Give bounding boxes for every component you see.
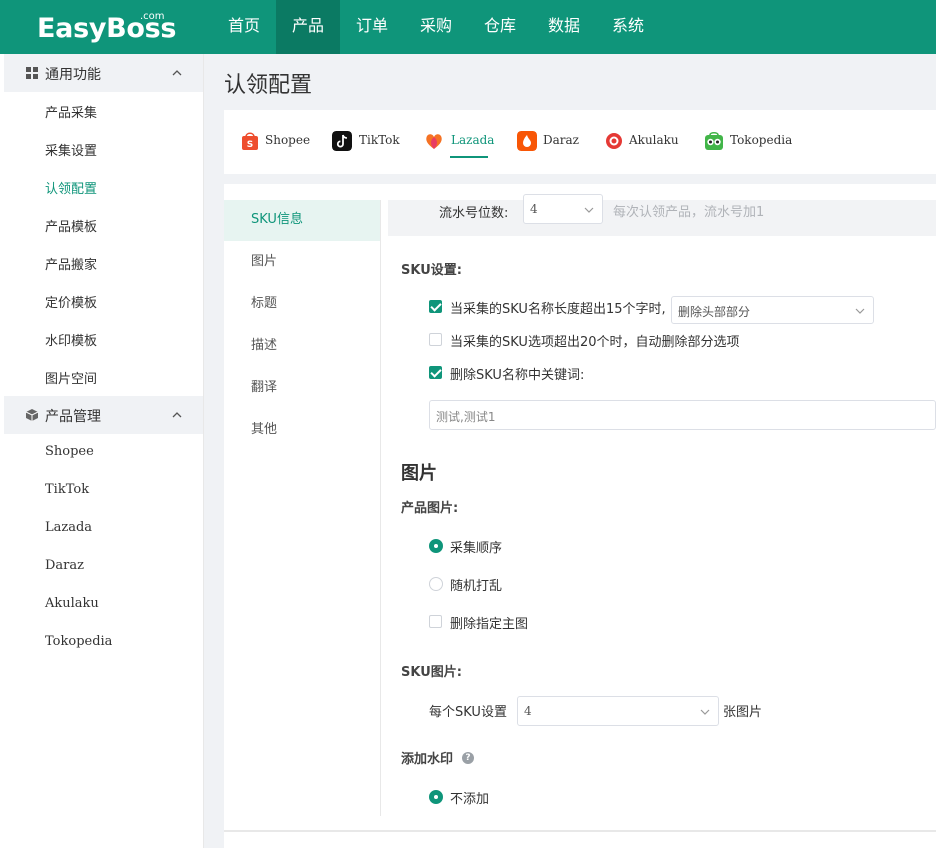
cube-icon bbox=[25, 409, 39, 421]
chevron-down-icon bbox=[855, 308, 865, 314]
sidebar-item-tokopedia[interactable]: Tokopedia bbox=[45, 634, 112, 649]
grid-icon bbox=[26, 67, 38, 79]
sidebar-item-watermark-template[interactable]: 水印模板 bbox=[45, 330, 97, 349]
sku-name-length-text: 当采集的SKU名称长度超出15个字时, bbox=[450, 302, 666, 317]
sku-option-limit-text: 当采集的SKU选项超出20个时，自动删除部分选项 bbox=[450, 335, 740, 350]
select-value: 4 bbox=[524, 704, 532, 718]
section-menu-other[interactable]: 其他 bbox=[224, 410, 380, 451]
section-menu-title[interactable]: 标题 bbox=[224, 284, 380, 325]
nav-purchasing[interactable]: 采购 bbox=[404, 0, 468, 54]
akulaku-ring-icon bbox=[606, 133, 622, 149]
page-title: 认领配置 bbox=[224, 73, 313, 98]
lazada-heart-icon bbox=[426, 134, 442, 149]
tab-daraz[interactable]: Daraz bbox=[517, 129, 579, 159]
sidebar: 通用功能 产品采集 采集设置 认领配置 产品模板 产品搬家 定价模板 水印模板 … bbox=[0, 54, 204, 848]
product-images-label: 产品图片: bbox=[401, 501, 459, 516]
select-value: 删除头部部分 bbox=[678, 305, 751, 319]
input-value: 测试,测试1 bbox=[436, 410, 496, 424]
random-shuffle-radio[interactable] bbox=[429, 577, 443, 591]
delete-main-image-text: 删除指定主图 bbox=[450, 617, 529, 632]
platform-tabs: S Shopee TikTok Lazada Daraz Akulaku Tok… bbox=[224, 110, 936, 174]
sidebar-group-general[interactable]: 通用功能 bbox=[4, 54, 203, 92]
chevron-down-icon bbox=[584, 207, 594, 213]
help-icon[interactable]: ? bbox=[462, 752, 474, 764]
tab-lazada[interactable]: Lazada bbox=[424, 129, 494, 159]
per-sku-suffix: 张图片 bbox=[723, 705, 763, 720]
tab-label: Shopee bbox=[265, 133, 311, 147]
section-menu-description[interactable]: 描述 bbox=[224, 326, 380, 367]
random-shuffle-text: 随机打乱 bbox=[450, 579, 503, 594]
section-menu-images[interactable]: 图片 bbox=[224, 242, 380, 283]
sku-keywords-input[interactable]: 测试,测试1 bbox=[429, 400, 936, 430]
daraz-icon bbox=[517, 131, 537, 151]
serial-number-row: 流水号位数: 4 每次认领产品，流水号加1 bbox=[388, 194, 936, 236]
sidebar-item-collect-settings[interactable]: 采集设置 bbox=[45, 140, 97, 159]
sku-images-label: SKU图片: bbox=[401, 665, 462, 680]
sku-keyword-delete-checkbox[interactable] bbox=[429, 366, 442, 379]
section-menu: SKU信息 图片 标题 描述 翻译 其他 bbox=[224, 200, 381, 816]
sku-option-limit-checkbox[interactable] bbox=[429, 333, 442, 346]
sku-name-trim-select[interactable]: 删除头部部分 bbox=[671, 296, 874, 324]
delete-main-image-checkbox[interactable] bbox=[429, 615, 442, 628]
sidebar-group-label: 通用功能 bbox=[45, 67, 101, 83]
tab-tiktok[interactable]: TikTok bbox=[332, 129, 402, 159]
tab-tokopedia[interactable]: Tokopedia bbox=[704, 129, 794, 159]
sidebar-item-image-space[interactable]: 图片空间 bbox=[45, 368, 97, 387]
sidebar-group-label: 产品管理 bbox=[45, 409, 101, 425]
watermark-label: 添加水印 bbox=[401, 752, 454, 767]
tab-label: Akulaku bbox=[629, 133, 679, 147]
sidebar-group-product-management[interactable]: 产品管理 bbox=[4, 396, 203, 434]
shopee-bag-icon: S bbox=[242, 132, 258, 150]
tab-label: Daraz bbox=[543, 133, 579, 147]
nav-warehouse[interactable]: 仓库 bbox=[468, 0, 532, 54]
nav-orders[interactable]: 订单 bbox=[340, 0, 404, 54]
sku-name-length-checkbox[interactable] bbox=[429, 300, 442, 313]
tab-label: Lazada bbox=[451, 133, 495, 147]
tab-shopee[interactable]: S Shopee bbox=[240, 129, 310, 159]
section-menu-translate[interactable]: 翻译 bbox=[224, 368, 380, 409]
panel-bottom-divider bbox=[224, 830, 936, 832]
tab-akulaku[interactable]: Akulaku bbox=[604, 129, 679, 159]
sidebar-item-tiktok[interactable]: TikTok bbox=[45, 482, 89, 497]
tiktok-note-icon bbox=[332, 131, 352, 151]
sidebar-item-shopee[interactable]: Shopee bbox=[45, 444, 94, 459]
sidebar-item-daraz[interactable]: Daraz bbox=[45, 558, 84, 573]
nav-data[interactable]: 数据 bbox=[532, 0, 596, 54]
nav-system[interactable]: 系统 bbox=[596, 0, 660, 54]
per-sku-prefix: 每个SKU设置 bbox=[429, 705, 507, 720]
select-value: 4 bbox=[530, 202, 538, 216]
serial-hint: 每次认领产品，流水号加1 bbox=[613, 205, 765, 220]
sidebar-item-product-template[interactable]: 产品模板 bbox=[45, 216, 97, 235]
serial-digits-label: 流水号位数: bbox=[439, 206, 509, 221]
chevron-up-icon[interactable] bbox=[172, 410, 182, 420]
chevron-down-icon bbox=[700, 709, 710, 715]
top-navbar: EasyBoss .com 首页 产品 订单 采购 仓库 数据 系统 bbox=[0, 0, 936, 54]
per-sku-image-count-select[interactable]: 4 bbox=[517, 696, 719, 726]
collect-order-text: 采集顺序 bbox=[450, 541, 503, 556]
sidebar-item-pricing-template[interactable]: 定价模板 bbox=[45, 292, 97, 311]
tab-label: TikTok bbox=[359, 133, 400, 147]
sidebar-item-product-move[interactable]: 产品搬家 bbox=[45, 254, 97, 273]
no-watermark-radio[interactable] bbox=[429, 790, 443, 804]
tab-label: Tokopedia bbox=[730, 133, 793, 147]
section-menu-sku-info[interactable]: SKU信息 bbox=[224, 200, 380, 241]
config-panel: SKU信息 图片 标题 描述 翻译 其他 流水号位数: 4 每次认领产品，流水号… bbox=[224, 184, 936, 848]
sidebar-item-akulaku[interactable]: Akulaku bbox=[45, 596, 99, 611]
sidebar-item-product-collect[interactable]: 产品采集 bbox=[45, 102, 97, 121]
no-watermark-text: 不添加 bbox=[450, 792, 490, 807]
collect-order-radio[interactable] bbox=[429, 539, 443, 553]
nav-home[interactable]: 首页 bbox=[212, 0, 276, 54]
svg-text:S: S bbox=[247, 140, 253, 150]
images-section-title: 图片 bbox=[401, 463, 437, 484]
sidebar-item-lazada[interactable]: Lazada bbox=[45, 520, 92, 535]
sidebar-item-claim-config[interactable]: 认领配置 bbox=[45, 178, 97, 197]
sku-keyword-delete-text: 删除SKU名称中关键词: bbox=[450, 368, 585, 383]
logo-suffix: .com bbox=[140, 11, 165, 22]
active-tab-underline bbox=[450, 156, 488, 158]
chevron-up-icon[interactable] bbox=[172, 68, 182, 78]
serial-digits-select[interactable]: 4 bbox=[523, 194, 603, 224]
nav-products[interactable]: 产品 bbox=[276, 0, 341, 54]
tokopedia-owl-icon bbox=[705, 131, 723, 150]
sku-settings-label: SKU设置: bbox=[401, 263, 462, 278]
